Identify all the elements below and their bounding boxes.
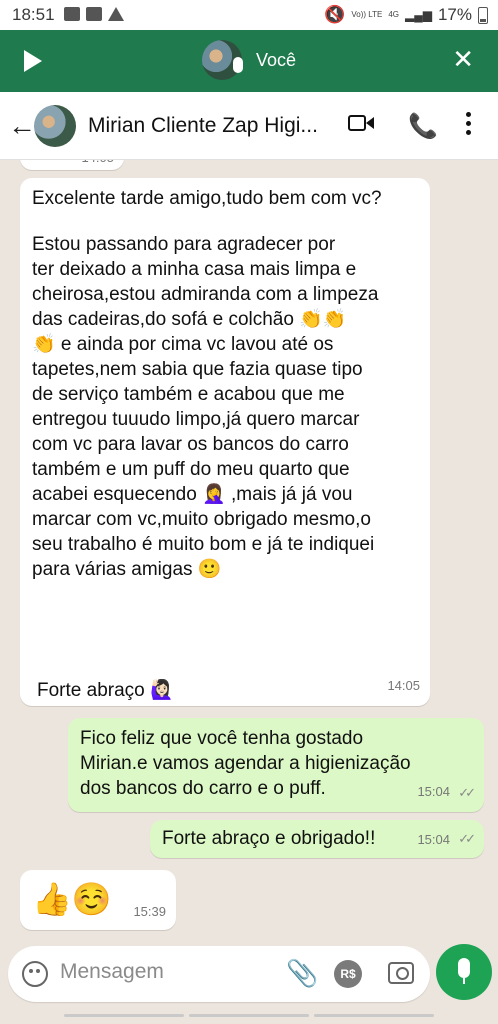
message-signoff: Forte abraço 🙋🏻‍♀️ — [37, 680, 174, 701]
network-label: Vo)) LTE — [351, 10, 383, 19]
status-right: 🔇 Vo)) LTE 4G ▂▄▆ 17% — [324, 5, 488, 25]
back-arrow-icon[interactable]: ← — [8, 110, 36, 142]
video-call-icon[interactable] — [348, 112, 376, 134]
payment-icon[interactable]: R$ — [334, 960, 362, 988]
mic-stand — [463, 978, 465, 984]
signal-label: 4G — [388, 10, 399, 19]
mute-icon: 🔇 — [324, 5, 346, 24]
ongoing-call-bar[interactable]: Você ✕ — [0, 30, 498, 92]
call-label: Você — [256, 50, 297, 70]
notification-icons — [64, 7, 124, 21]
message-bubble-outgoing[interactable]: Forte abraço e obrigado!! 15:04 ✓✓ — [150, 820, 484, 858]
voice-message-button[interactable] — [436, 944, 492, 1000]
read-ticks-icon: ✓✓ — [458, 831, 476, 846]
message-placeholder[interactable]: Mensagem — [60, 960, 164, 984]
nav-recent[interactable] — [64, 1014, 184, 1017]
status-bar: 18:51 🔇 Vo)) LTE 4G ▂▄▆ 17% — [0, 0, 498, 30]
signal-icon: ▂▄▆ — [405, 8, 432, 22]
message-bubble-incoming[interactable]: Excelente tarde amigo,tudo bem com vc? E… — [20, 178, 430, 706]
play-icon[interactable] — [24, 50, 42, 72]
battery-icon — [478, 6, 488, 24]
read-ticks-icon: ✓✓ — [458, 785, 476, 800]
message-time: 14:05 — [387, 678, 420, 693]
message-time: 15:39 — [133, 904, 166, 919]
mic-icon — [233, 57, 243, 73]
phone-icon[interactable]: 📞 — [408, 112, 438, 141]
message-bubble-previous[interactable]: 14:05 — [20, 160, 124, 170]
message-input[interactable]: Mensagem 📎 R$ — [8, 946, 430, 1002]
battery-percent: 17% — [437, 5, 472, 24]
nav-back[interactable] — [314, 1014, 434, 1017]
more-options-icon[interactable] — [466, 112, 472, 139]
message-time: 15:04 — [417, 784, 450, 799]
emoji-icon[interactable] — [22, 961, 48, 987]
gallery-icon — [64, 7, 80, 21]
message-bubble-outgoing[interactable]: Fico feliz que você tenha gostado Mirian… — [68, 718, 484, 812]
message-bubble-incoming[interactable]: 👍☺️ 15:39 — [20, 870, 176, 930]
message-text: Estou passando para agradecer por ter de… — [32, 234, 379, 580]
message-text: Fico feliz que você tenha gostado Mirian… — [80, 728, 411, 799]
message-time: 14:05 — [81, 160, 114, 170]
mic-icon — [458, 958, 470, 978]
message-time: 15:04 — [417, 832, 450, 847]
contact-name[interactable]: Mirian Cliente Zap Higi... — [88, 114, 318, 138]
camera-icon[interactable] — [388, 962, 414, 984]
close-icon[interactable]: ✕ — [452, 44, 474, 75]
nav-home[interactable] — [189, 1014, 309, 1017]
chat-header: ← Mirian Cliente Zap Higi... 📞 — [0, 92, 498, 160]
contact-avatar[interactable] — [34, 105, 76, 147]
voicemail-icon — [86, 7, 102, 21]
system-nav-bar — [0, 1010, 498, 1024]
message-text: Excelente tarde amigo,tudo bem com vc? — [32, 188, 382, 209]
alert-icon — [108, 7, 124, 21]
chat-area[interactable]: 14:05 Excelente tarde amigo,tudo bem com… — [0, 160, 498, 940]
status-time: 18:51 — [12, 5, 55, 24]
attach-icon[interactable]: 📎 — [286, 958, 318, 989]
